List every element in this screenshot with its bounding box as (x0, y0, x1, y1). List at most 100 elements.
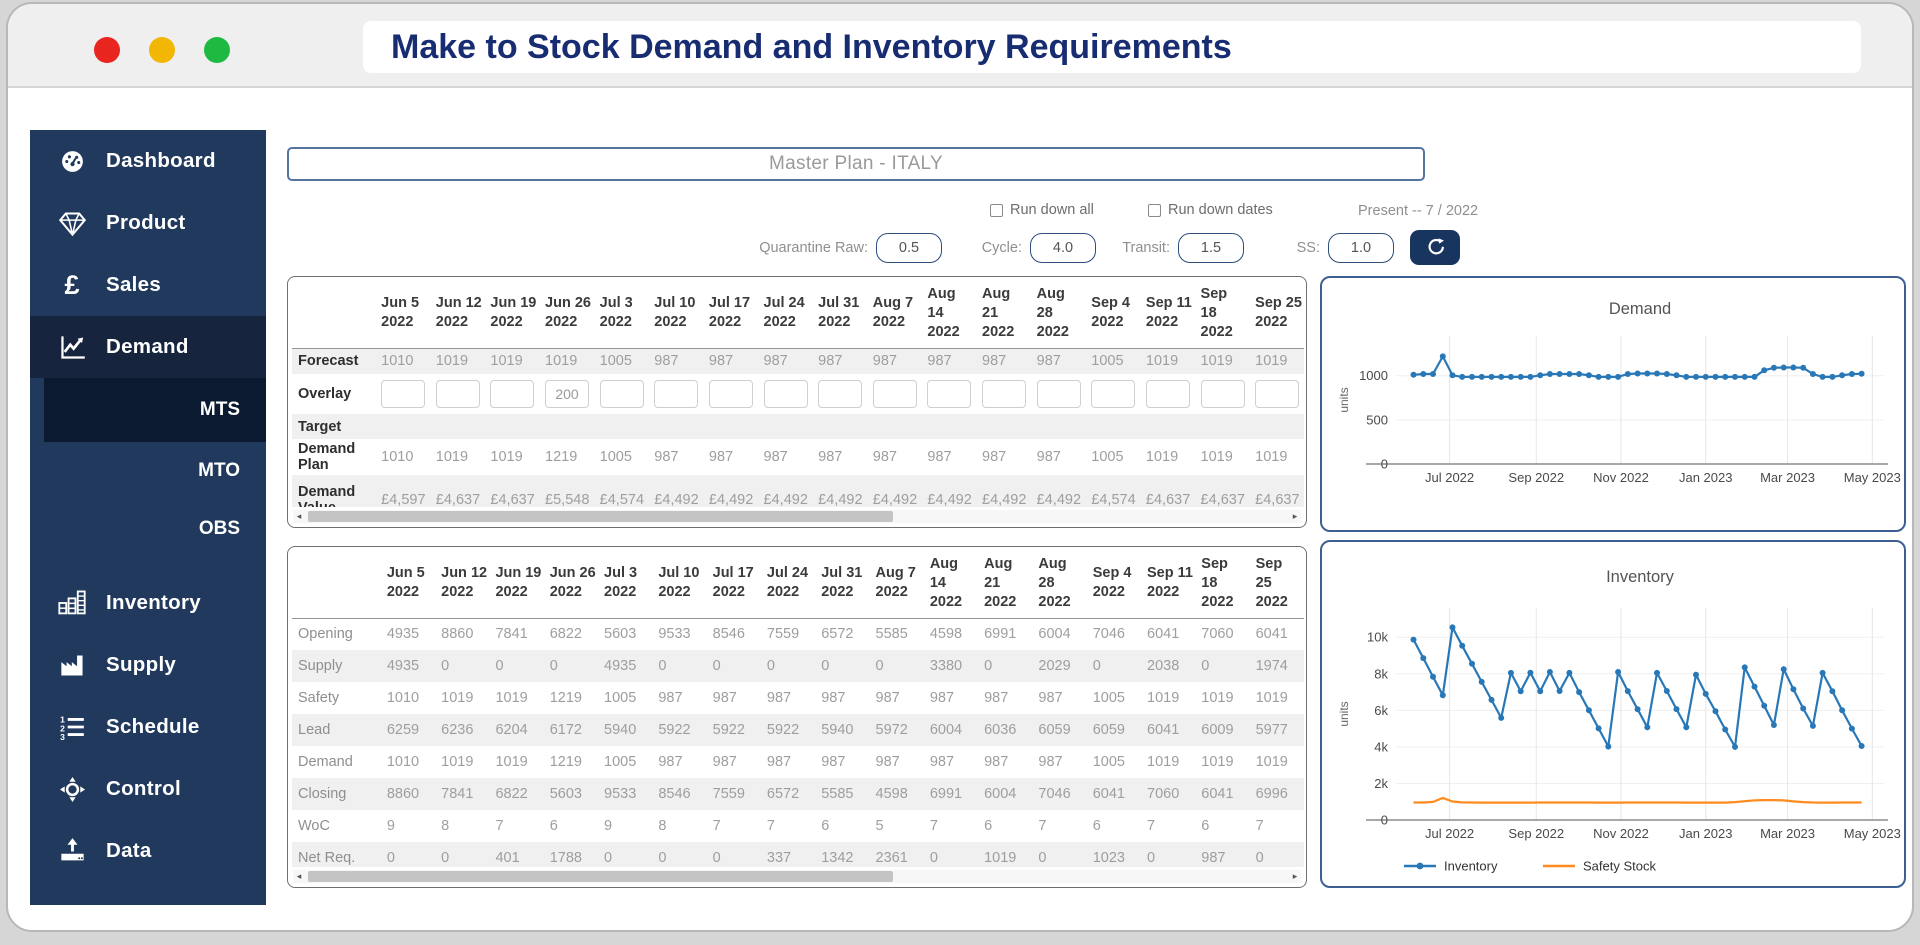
overlay-input[interactable] (490, 380, 535, 409)
demand-chart: 0 500 1000 Jul 2022 Sep 2022 Nov 2022 Jan 2023… (1337, 300, 1901, 485)
overlay-input[interactable] (1255, 380, 1300, 409)
scroll-left-arrow-icon[interactable]: ◂ (293, 510, 305, 523)
table-cell: 3380 (929, 658, 963, 675)
ss-input[interactable] (1328, 233, 1394, 263)
run-down-all-checkbox[interactable] (990, 203, 1003, 217)
scroll-left-arrow-icon[interactable]: ◂ (293, 870, 305, 883)
overlay-input[interactable] (708, 380, 753, 409)
table-cell (867, 414, 922, 439)
svg-text:Nov 2022: Nov 2022 (1593, 826, 1649, 841)
sidebar-item-data[interactable]: Data (30, 820, 266, 882)
sidebar-item-dashboard[interactable]: Dashboard (30, 130, 266, 192)
sidebar-item-supply[interactable]: Supply (30, 634, 266, 696)
table-cell: 0 (604, 850, 613, 867)
quarantine-raw-input[interactable] (876, 233, 942, 263)
sidebar-item-inventory[interactable]: Inventory (30, 572, 266, 634)
table-cell: 6259 (386, 722, 420, 739)
svg-text:6k: 6k (1374, 703, 1388, 718)
table-cell: £4,492 (818, 492, 863, 507)
desktop-background: Make to Stock Demand and Inventory Requi… (0, 0, 1920, 945)
svg-text:2k: 2k (1374, 776, 1388, 791)
quarantine-raw-label: Quarantine Raw: (759, 240, 868, 256)
table-cell: 8546 (658, 786, 691, 803)
refresh-button[interactable] (1410, 230, 1460, 265)
close-button[interactable] (94, 37, 120, 63)
overlay-input[interactable] (818, 380, 863, 409)
overlay-input[interactable] (654, 380, 699, 409)
sidebar-item-control[interactable]: Control (30, 758, 266, 820)
table-cell: 200 (539, 374, 594, 414)
svg-text:Inventory: Inventory (1606, 568, 1675, 586)
table-cell: 5603 (604, 626, 637, 643)
scrollbar-thumb[interactable] (308, 511, 893, 522)
table-cell: 7 (766, 818, 775, 835)
table-cell: 1219 (549, 754, 582, 771)
table-cell: 987 (821, 754, 846, 771)
table-cell: 987 (708, 353, 734, 370)
scrollbar-thumb[interactable] (308, 871, 893, 882)
run-down-dates-checkbox[interactable] (1148, 203, 1161, 217)
trend-icon (52, 333, 92, 362)
overlay-input[interactable] (927, 380, 972, 409)
minimize-button[interactable] (149, 37, 175, 63)
table-cell: 1019 (1145, 449, 1179, 466)
table-cell: 987 (927, 353, 952, 370)
table-cell: 1005 (1091, 353, 1124, 370)
scroll-right-arrow-icon[interactable]: ▸ (1289, 510, 1301, 523)
transit-input[interactable] (1178, 233, 1244, 263)
table-cell: 1019 (1255, 754, 1288, 771)
column-header: Jun 12 2022 (441, 565, 488, 601)
sidebar-item-mts[interactable]: MTS (44, 378, 266, 442)
table-row: Supply 4935 0 0 0 4935 0 0 0 0 0 3380 0 2029 0 2038 0 197… (292, 650, 1304, 683)
row-label: Overlay (298, 386, 352, 403)
overlay-input[interactable]: 200 (545, 380, 590, 409)
sidebar-item-schedule[interactable]: 1 2 3 Schedule (30, 696, 266, 758)
table-cell: 1019 (490, 449, 523, 466)
column-header: Jul 17 2022 (712, 565, 754, 601)
table-cell: 1010 (386, 690, 420, 707)
run-down-dates-checkbox-group[interactable]: Run down dates (1148, 202, 1273, 218)
table-cell: 1019 (1255, 449, 1288, 466)
maximize-button[interactable] (204, 37, 230, 63)
sidebar-item-demand[interactable]: Demand (30, 316, 266, 378)
overlay-input[interactable] (381, 380, 426, 409)
gauge-icon (52, 148, 92, 175)
overlay-input[interactable] (1200, 380, 1245, 409)
table-cell: 987 (818, 449, 843, 466)
table-cell: 6009 (1201, 722, 1234, 739)
table-cell: 0 (441, 850, 450, 867)
overlay-input[interactable] (982, 380, 1027, 409)
overlay-input[interactable] (1145, 380, 1190, 409)
run-down-all-checkbox-group[interactable]: Run down all (990, 202, 1094, 218)
table-cell: £4,637 (490, 492, 535, 507)
overlay-input[interactable] (1091, 380, 1136, 409)
overlay-input[interactable] (763, 380, 808, 409)
table-cell: 6041 (1092, 786, 1125, 803)
sidebar-item-product[interactable]: Product (30, 192, 266, 254)
row-label: WoC (298, 818, 330, 835)
sidebar-item-sales[interactable]: £ Sales (30, 254, 266, 316)
table-row: Demand Plan 1010 1019 1019 1219 1005 987 987 987… (292, 439, 1304, 475)
table-cell: 1019 (441, 754, 474, 771)
scroll-right-arrow-icon[interactable]: ▸ (1289, 870, 1301, 883)
horizontal-scrollbar[interactable]: ◂ ▸ (293, 870, 1301, 883)
sidebar-item-mto[interactable]: MTO (30, 442, 266, 500)
pound-icon: £ (64, 269, 80, 300)
overlay-input[interactable] (435, 380, 480, 409)
demand-chart-panel: 0 500 1000 Jul 2022 Sep 2022 Nov 2022 Jan 2023… (1320, 276, 1906, 532)
sidebar-item-label: Inventory (106, 591, 201, 614)
sidebar-item-obs[interactable]: OBS (30, 500, 266, 558)
overlay-input[interactable] (1036, 380, 1081, 409)
table-row: WoC 9 8 7 6 9 8 7 7 6 5 7 6 7 6 7 6 7 (292, 810, 1304, 842)
table-cell: 6041 (1255, 626, 1288, 643)
table-cell: 5977 (1255, 722, 1288, 739)
table-cell: £4,492 (763, 492, 808, 507)
overlay-input[interactable] (872, 380, 917, 409)
table-cell: 1005 (1092, 690, 1125, 707)
horizontal-scrollbar[interactable]: ◂ ▸ (293, 510, 1301, 523)
table-cell: 1019 (1200, 449, 1233, 466)
table-cell: 6036 (984, 722, 1017, 739)
overlay-input[interactable] (599, 380, 644, 409)
window-title-pill: Make to Stock Demand and Inventory Requi… (363, 21, 1861, 73)
cycle-input[interactable] (1030, 233, 1096, 263)
